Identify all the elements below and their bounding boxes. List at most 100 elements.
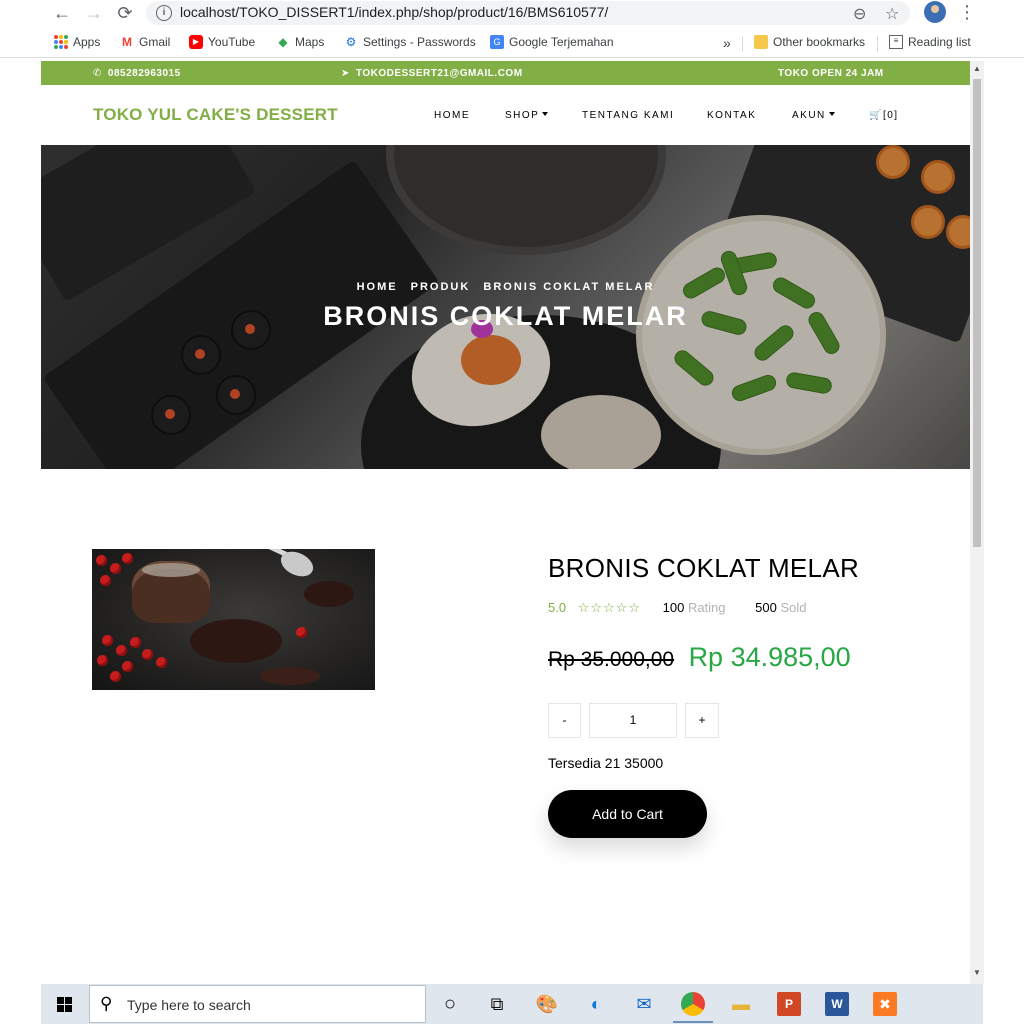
hero-title: BRONIS COKLAT MELAR bbox=[323, 301, 688, 331]
xampp-icon[interactable]: ✖ bbox=[873, 992, 897, 1016]
gmail-icon: M bbox=[122, 35, 132, 49]
cortana-icon[interactable]: ○ bbox=[438, 992, 462, 1016]
discount-price: Rp 34.985,00 bbox=[688, 642, 851, 672]
reading-list-icon: ≡ bbox=[889, 35, 903, 49]
quantity-minus-button[interactable]: - bbox=[548, 703, 581, 738]
site-navbar: TOKO YUL CAKE'S DESSERT HOME SHOP TENTAN… bbox=[41, 85, 970, 145]
breadcrumb-produk[interactable]: PRODUK bbox=[411, 281, 471, 293]
bookmark-label: Gmail bbox=[139, 35, 171, 49]
product-title: BRONIS COKLAT MELAR bbox=[548, 553, 860, 583]
edge-browser-icon[interactable]: ◐ bbox=[584, 992, 608, 1016]
chrome-icon[interactable] bbox=[681, 992, 705, 1016]
bookmark-star-icon[interactable]: ☆ bbox=[885, 4, 899, 24]
rating-row: 5.0 ☆☆☆☆☆ 100 Rating 500 Sold bbox=[548, 600, 807, 616]
maps-icon: ◆ bbox=[278, 35, 288, 49]
cart-count: [0] bbox=[882, 110, 899, 121]
chocolate-pool bbox=[190, 619, 282, 663]
nav-home[interactable]: HOME bbox=[434, 110, 470, 121]
product-image[interactable] bbox=[92, 549, 375, 690]
rating-value: 5.0 bbox=[548, 600, 567, 615]
scroll-down-arrow-icon[interactable]: ▼ bbox=[973, 968, 981, 977]
forward-arrow-icon[interactable]: → bbox=[84, 3, 104, 23]
bookmarks-bar: Apps M Gmail ▶ YouTube ◆ Maps ⚙ Settings… bbox=[0, 28, 1024, 58]
bookmark-label: Settings - Passwords bbox=[363, 35, 476, 49]
bookmark-label: Apps bbox=[73, 35, 101, 49]
redcurrant bbox=[102, 635, 113, 646]
page-scrollbar[interactable]: ▲ ▼ bbox=[970, 61, 984, 984]
topbar-email: ➤ TOKODESSERT21@GMAIL.COM bbox=[341, 68, 523, 79]
file-explorer-icon[interactable]: ▬ bbox=[729, 992, 753, 1016]
task-view-icon[interactable]: ⧉ bbox=[485, 992, 509, 1016]
windows-start-icon[interactable] bbox=[57, 997, 72, 1012]
bookmark-youtube[interactable]: ▶ YouTube bbox=[189, 35, 255, 49]
redcurrant bbox=[110, 563, 121, 574]
translate-icon: G bbox=[490, 35, 504, 49]
bookmark-settings-passwords[interactable]: ⚙ Settings - Passwords bbox=[344, 35, 476, 49]
nav-shop[interactable]: SHOP bbox=[505, 110, 549, 121]
web-page: ✆ 085282963015 ➤ TOKODESSERT21@GMAIL.COM T… bbox=[41, 61, 970, 984]
rating-count-number: 100 bbox=[662, 600, 685, 615]
caret-down-icon bbox=[542, 112, 549, 116]
bookmark-label: YouTube bbox=[208, 35, 256, 49]
add-to-cart-button[interactable]: Add to Cart bbox=[548, 790, 707, 838]
sold-count-label: Sold bbox=[780, 600, 807, 615]
price-row: Rp 35.000,00 Rp 34.985,00 bbox=[548, 642, 851, 673]
powerpoint-icon[interactable]: P bbox=[777, 992, 801, 1016]
bookmark-gmail[interactable]: M Gmail bbox=[120, 35, 170, 49]
paint-icon[interactable]: 🎨 bbox=[535, 992, 559, 1016]
reload-icon[interactable]: ⟳ bbox=[115, 3, 135, 23]
bookmark-divider bbox=[742, 36, 743, 52]
nav-akun[interactable]: AKUN bbox=[792, 110, 835, 121]
youtube-icon: ▶ bbox=[189, 35, 203, 49]
brand-logo[interactable]: TOKO YUL CAKE'S DESSERT bbox=[93, 105, 338, 125]
nav-shop-label: SHOP bbox=[505, 110, 540, 121]
breadcrumb-home[interactable]: HOME bbox=[357, 281, 398, 293]
breadcrumb-current: BRONIS COKLAT MELAR bbox=[483, 281, 655, 293]
bookmarks-overflow-chevron[interactable]: » bbox=[723, 35, 731, 51]
site-info-icon[interactable]: i bbox=[156, 5, 172, 21]
bookmark-maps[interactable]: ◆ Maps bbox=[276, 35, 324, 49]
quantity-plus-button[interactable]: + bbox=[685, 703, 719, 738]
browser-menu-icon[interactable]: ⋮ bbox=[958, 2, 976, 23]
redcurrant bbox=[130, 637, 141, 648]
url-text[interactable]: localhost/TOKO_DISSERT1/index.php/shop/p… bbox=[180, 4, 608, 20]
nav-cart[interactable]: 🛒[0] bbox=[869, 110, 899, 121]
quantity-input[interactable]: 1 bbox=[589, 703, 677, 738]
reading-list[interactable]: ≡ Reading list bbox=[889, 35, 971, 49]
redcurrant bbox=[296, 627, 307, 638]
brownie-crumbs bbox=[260, 667, 320, 685]
phone-text: 085282963015 bbox=[107, 68, 181, 79]
contact-topbar: ✆ 085282963015 ➤ TOKODESSERT21@GMAIL.COM T… bbox=[41, 61, 970, 85]
caret-down-icon bbox=[828, 112, 835, 116]
reading-list-label: Reading list bbox=[908, 35, 971, 49]
hero-banner: HOME PRODUK BRONIS COKLAT MELAR BRONIS C… bbox=[41, 145, 970, 469]
mail-icon[interactable]: ✉ bbox=[632, 992, 656, 1016]
apps-grid-icon bbox=[54, 35, 68, 49]
scroll-up-arrow-icon[interactable]: ▲ bbox=[973, 64, 981, 73]
nav-kontak[interactable]: KONTAK bbox=[707, 110, 756, 121]
other-bookmarks[interactable]: Other bookmarks bbox=[754, 35, 865, 49]
spoon bbox=[276, 549, 318, 582]
folder-icon bbox=[754, 35, 768, 49]
cart-icon: 🛒 bbox=[869, 110, 883, 121]
scroll-thumb[interactable] bbox=[973, 79, 981, 547]
search-icon: ⚲ bbox=[100, 994, 113, 1013]
zoom-icon[interactable]: ⊖ bbox=[853, 4, 866, 24]
bookmark-google-terjemahan[interactable]: G Google Terjemahan bbox=[490, 35, 614, 49]
topbar-hours: TOKO OPEN 24 JAM bbox=[778, 68, 884, 79]
bookmark-apps[interactable]: Apps bbox=[54, 35, 100, 49]
nav-tentang-kami[interactable]: TENTANG KAMI bbox=[582, 110, 674, 121]
back-arrow-icon[interactable]: ← bbox=[52, 3, 72, 23]
rating-count-label: Rating bbox=[687, 600, 726, 615]
address-bar[interactable]: i localhost/TOKO_DISSERT1/index.php/shop… bbox=[146, 1, 910, 25]
redcurrant bbox=[156, 657, 167, 668]
redcurrant bbox=[142, 649, 153, 660]
bookmark-label: Maps bbox=[295, 35, 325, 49]
chocolate-pool bbox=[304, 581, 354, 607]
rating-stars-icon: ☆☆☆☆☆ bbox=[577, 600, 641, 615]
word-icon[interactable]: W bbox=[825, 992, 849, 1016]
redcurrant bbox=[97, 655, 108, 666]
profile-avatar[interactable] bbox=[924, 1, 946, 23]
taskbar-search-box[interactable]: ⚲ Type here to search bbox=[89, 985, 426, 1023]
bookmark-divider bbox=[877, 36, 878, 52]
